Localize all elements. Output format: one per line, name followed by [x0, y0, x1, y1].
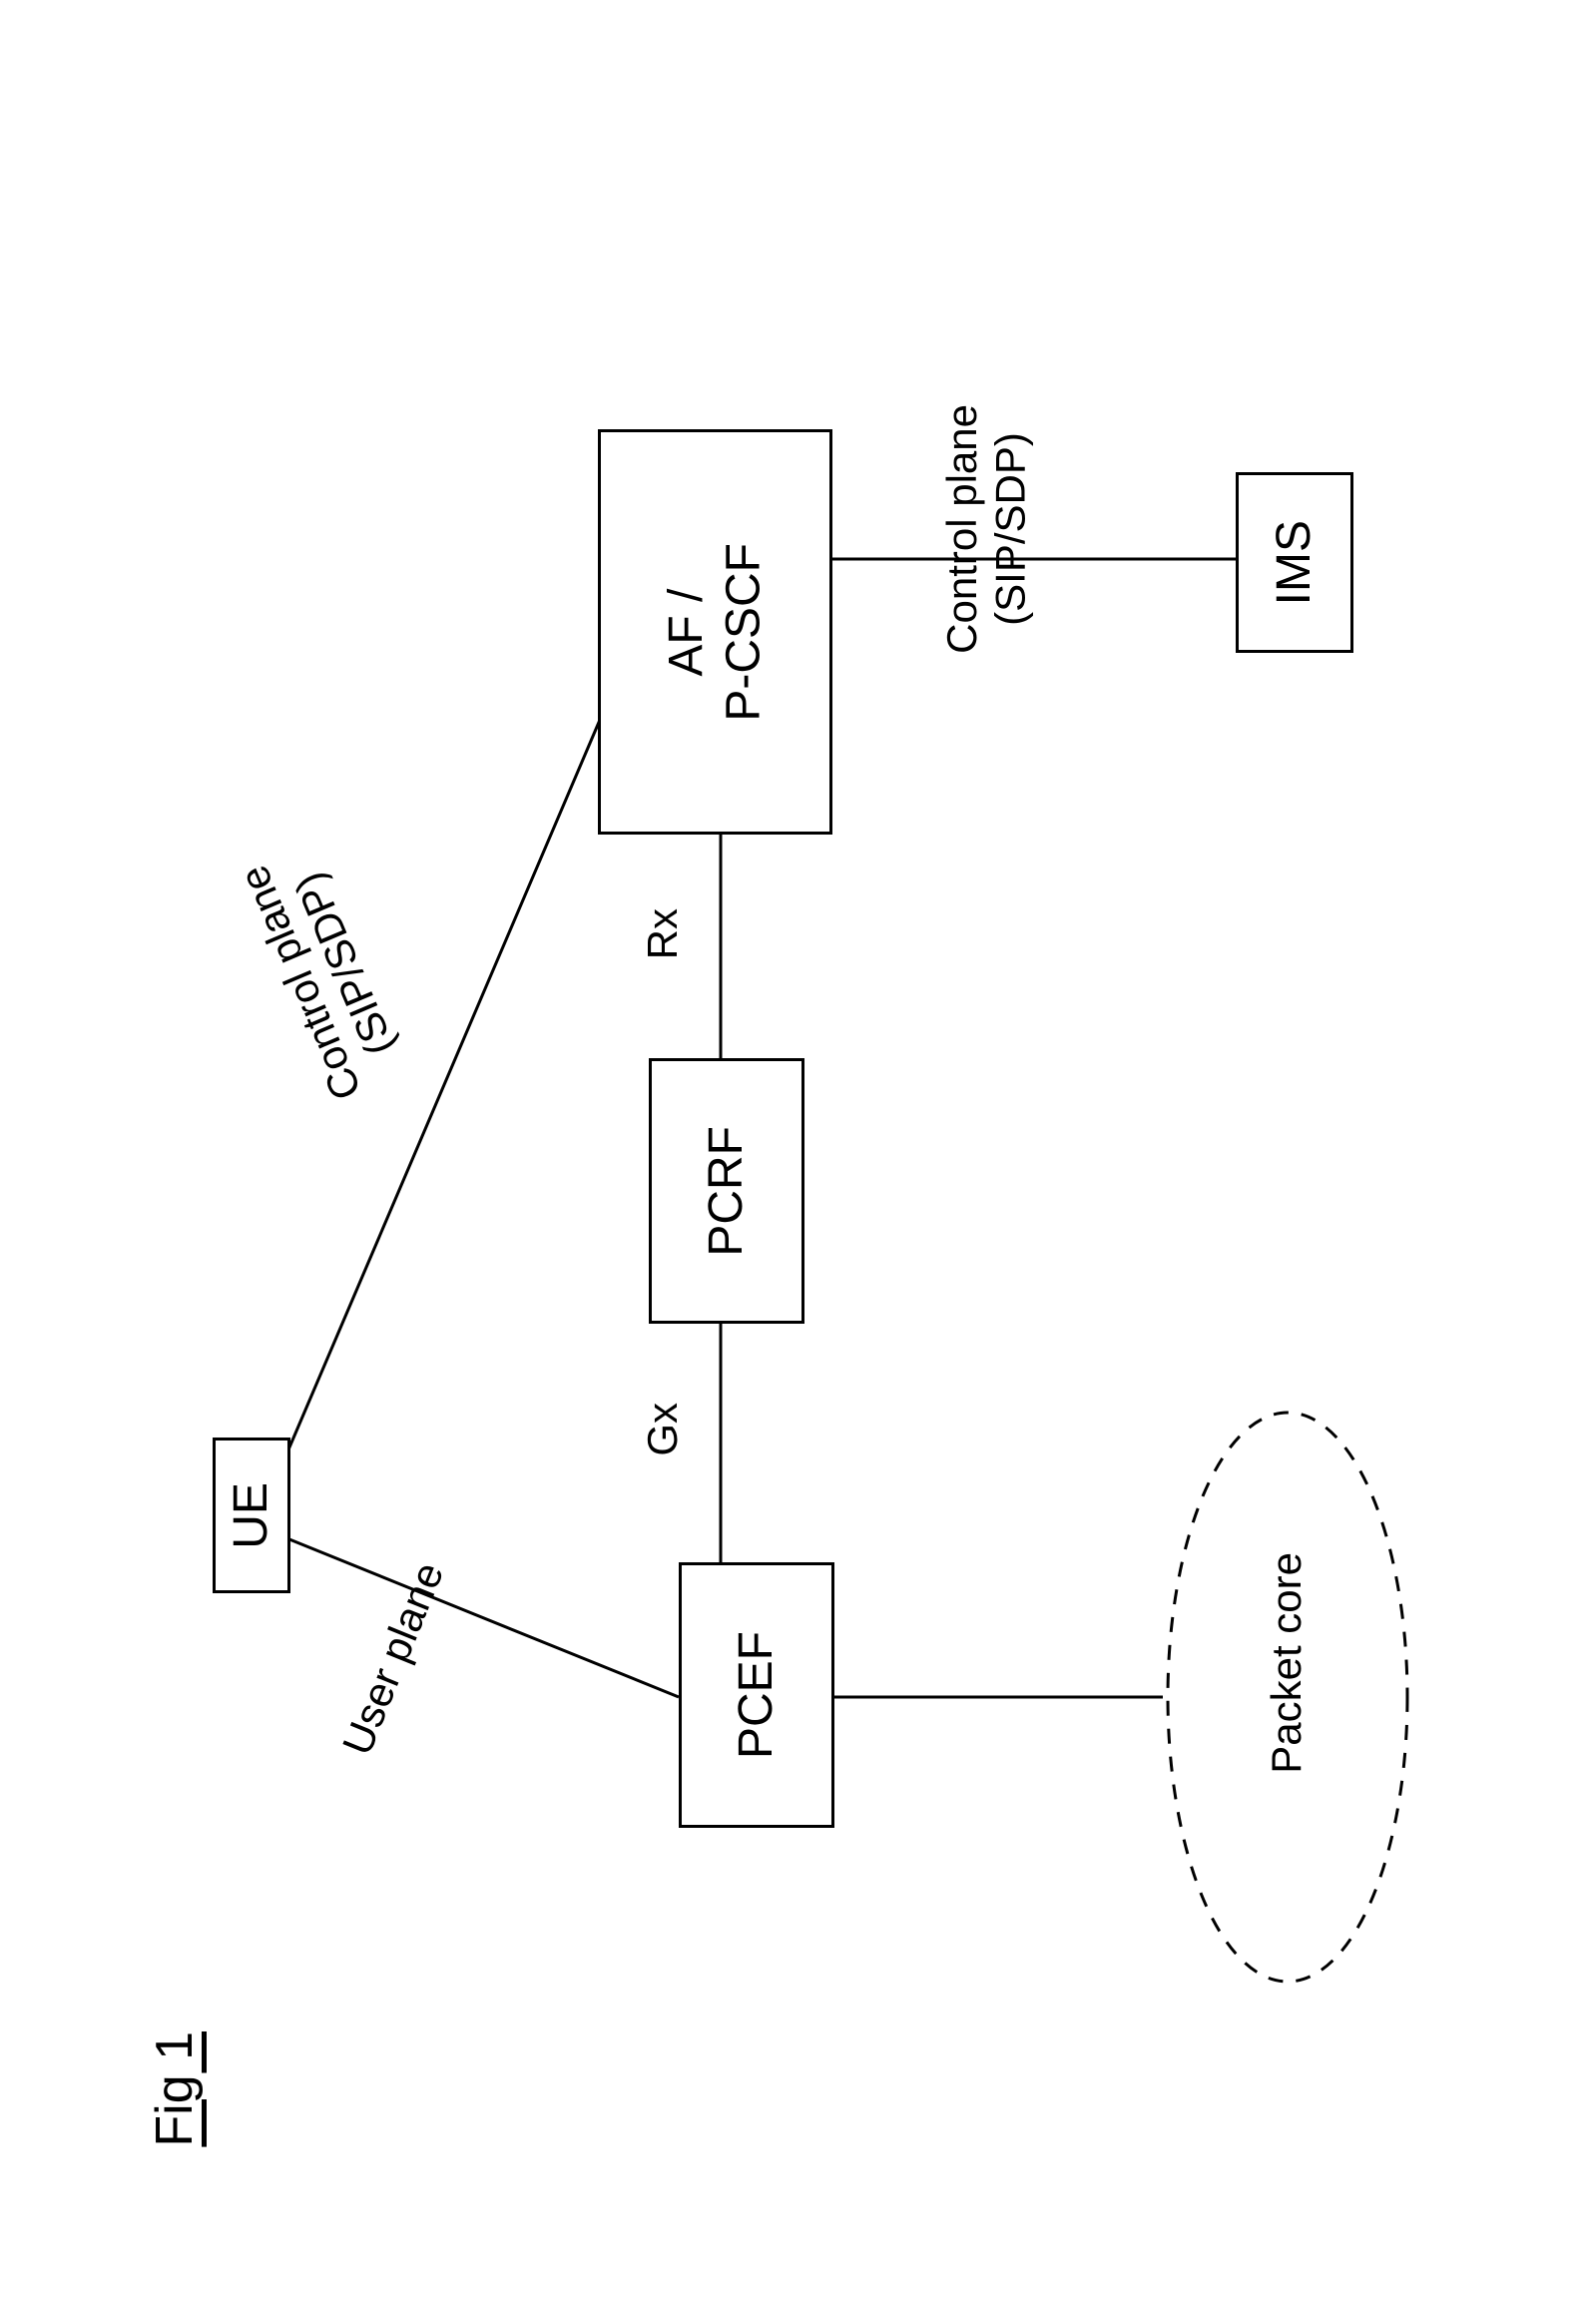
- ue-node: UE: [213, 1438, 290, 1593]
- pcef-label: PCEF: [728, 1631, 786, 1759]
- packet-core-label: Packet core: [1263, 1552, 1311, 1774]
- ue-label: UE: [223, 1482, 280, 1549]
- pcrf-label: PCRF: [698, 1126, 756, 1257]
- af-pcscf-node: AF / P-CSCF: [598, 429, 832, 835]
- af-pcscf-label: AF / P-CSCF: [658, 543, 773, 722]
- pcrf-node: PCRF: [649, 1058, 804, 1324]
- ue-pcef-edge-label: User plane: [333, 1555, 454, 1761]
- pcef-node: PCEF: [679, 1562, 834, 1828]
- ue-af-edge-label: Control plane (SIP/SDP): [230, 840, 416, 1107]
- af-ims-edge-label: Control plane (SIP/SDP): [938, 404, 1035, 654]
- ims-node: IMS: [1236, 472, 1353, 653]
- figure-label: Fig 1: [145, 2031, 205, 2147]
- gx-edge-label: Gx: [639, 1403, 687, 1456]
- rx-edge-label: Rx: [639, 908, 687, 959]
- ims-label: IMS: [1266, 520, 1324, 605]
